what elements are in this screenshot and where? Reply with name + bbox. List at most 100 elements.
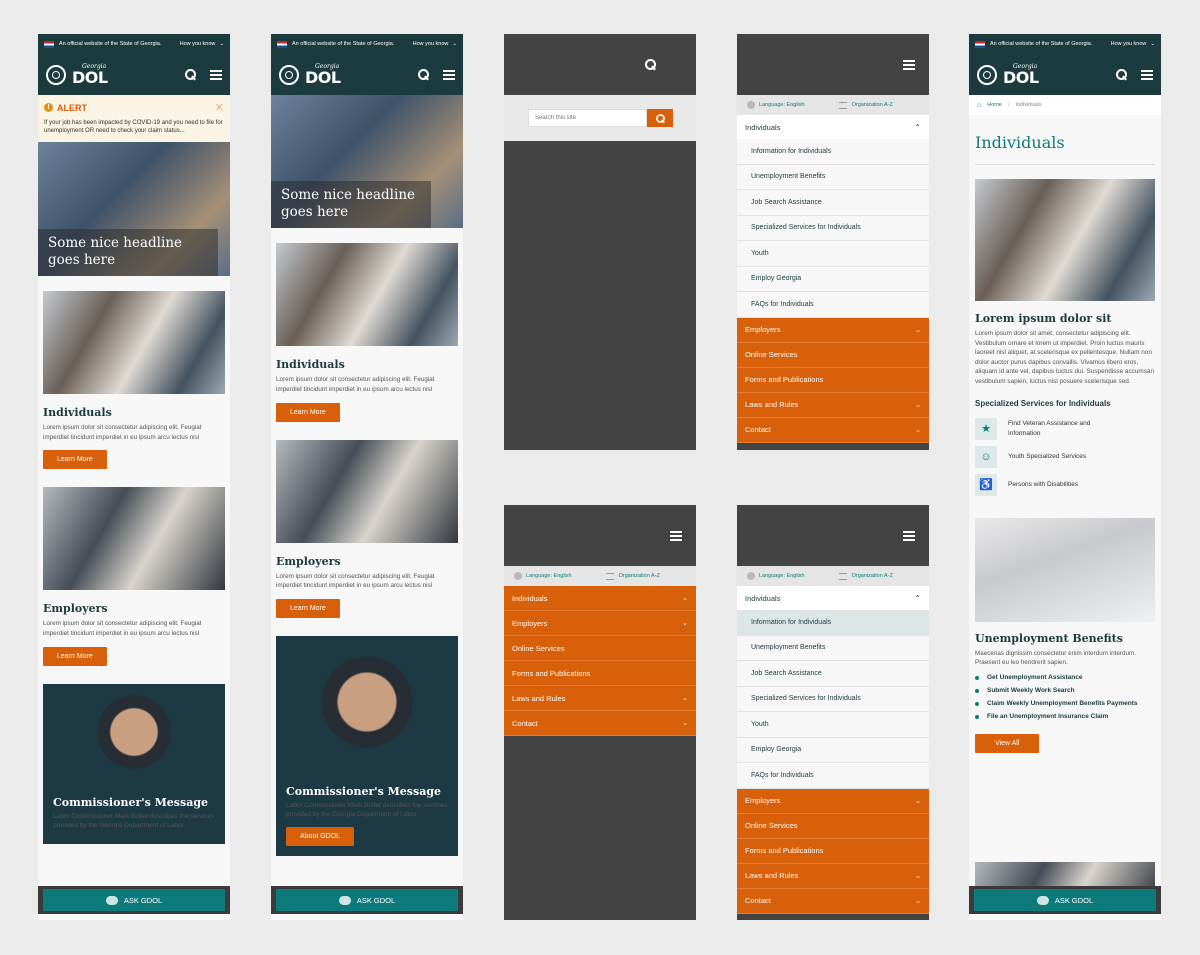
submenu-item[interactable]: Job Search Assistance <box>737 190 929 216</box>
hamburger-menu-icon[interactable] <box>443 69 455 80</box>
menu-contact[interactable]: Contact ⌄ <box>737 417 929 443</box>
menu-contact[interactable]: Contact ⌄ <box>504 711 696 736</box>
hero-headline: Some nice headline goes here <box>271 180 431 228</box>
hamburger-menu-icon[interactable] <box>210 69 222 80</box>
submenu-item[interactable]: Specialized Services for Individuals <box>737 686 929 712</box>
hamburger-menu-icon[interactable] <box>670 530 682 541</box>
submenu-item-active[interactable]: Information for Individuals <box>737 610 929 636</box>
submenu-item[interactable]: Information for Individuals <box>737 139 929 165</box>
menu-contact[interactable]: Contact ⌄ <box>737 888 929 914</box>
how-you-know-link[interactable]: How you know <box>413 41 449 47</box>
dol-logo[interactable]: Georgia DOL <box>305 63 341 87</box>
ask-gdol-label: ASK GDOL <box>356 895 396 905</box>
submenu-item[interactable]: Unemployment Benefits <box>737 164 929 190</box>
gov-banner-text: An official website of the State of Geor… <box>59 41 162 47</box>
menu-forms[interactable]: Forms and Publications <box>504 661 696 686</box>
chat-bubble-icon <box>1036 895 1049 905</box>
dol-logo[interactable]: Georgia DOL <box>1003 63 1039 86</box>
organization-az-link[interactable]: Organization A-Z <box>852 102 893 108</box>
menu-laws[interactable]: Laws and Rules ⌄ <box>737 392 929 418</box>
how-you-know-link[interactable]: How you know <box>1111 41 1147 47</box>
close-icon[interactable]: ✕ <box>215 101 224 114</box>
chevron-down-icon: ⌄ <box>915 797 921 805</box>
ask-gdol-button[interactable]: ASK GDOL <box>43 889 225 911</box>
search-icon[interactable] <box>1116 69 1127 80</box>
language-link[interactable]: Language: English <box>759 573 805 579</box>
ask-gdol-button[interactable]: ASK GDOL <box>974 889 1156 911</box>
learn-more-button[interactable]: Learn More <box>276 402 340 422</box>
menu-online-services[interactable]: Online Services <box>504 636 696 661</box>
card-title: Individuals <box>43 405 112 419</box>
menu-forms[interactable]: Forms and Publications <box>737 838 929 864</box>
alert-text[interactable]: If your job has been impacted by COVID-1… <box>44 119 224 136</box>
submenu-item[interactable]: Youth <box>737 712 929 738</box>
submenu-item[interactable]: Employ Georgia <box>737 737 929 763</box>
service-item-disabilities[interactable]: ♿ Persons with Disabilities <box>975 473 1155 496</box>
menu-employers[interactable]: Employers ⌄ <box>737 317 929 343</box>
breadcrumb-home[interactable]: Home <box>987 102 1002 108</box>
submenu-item[interactable]: FAQs for Individuals <box>737 763 929 789</box>
hamburger-menu-icon[interactable] <box>903 530 915 541</box>
link-file-claim[interactable]: File an Unemployment Insurance Claim <box>975 713 1155 720</box>
screen-individuals-page: An official website of the State of Geor… <box>969 34 1161 920</box>
service-item-veterans[interactable]: ★ Find Veteran Assistance and Information <box>975 417 1155 440</box>
menu-individuals[interactable]: Individuals ⌄ <box>504 586 696 611</box>
chevron-down-icon[interactable]: ⌄ <box>1150 41 1155 47</box>
menu-employers[interactable]: Employers ⌄ <box>737 788 929 814</box>
menu-laws[interactable]: Laws and Rules ⌄ <box>504 686 696 711</box>
card-title: Individuals <box>276 358 345 371</box>
menu-individuals[interactable]: Individuals ⌃ <box>737 586 929 610</box>
submenu-item[interactable]: Employ Georgia <box>737 266 929 292</box>
chevron-down-icon[interactable]: ⌄ <box>219 41 224 47</box>
language-link[interactable]: Language: English <box>526 573 572 579</box>
hamburger-menu-icon[interactable] <box>903 59 915 70</box>
menu-label: Contact <box>512 718 538 728</box>
card-title: Employers <box>43 602 108 616</box>
view-all-button[interactable]: View All <box>975 734 1040 754</box>
learn-more-button[interactable]: Learn More <box>43 646 107 666</box>
learn-more-button[interactable]: Learn More <box>43 450 107 470</box>
logo-agency: DOL <box>305 67 341 87</box>
youth-face-icon: ☺ <box>975 445 997 468</box>
menu-employers[interactable]: Employers ⌄ <box>504 611 696 636</box>
link-weekly-work-search[interactable]: Submit Weekly Work Search <box>975 687 1155 694</box>
search-icon[interactable] <box>645 59 656 70</box>
card-individuals: Individuals Lorem ipsum dolor sit consec… <box>38 290 230 470</box>
employers-photo <box>276 439 458 543</box>
search-input[interactable] <box>528 109 647 127</box>
menu-online-services[interactable]: Online Services <box>737 813 929 839</box>
menu-laws[interactable]: Laws and Rules ⌄ <box>737 863 929 889</box>
submenu-item[interactable]: Youth <box>737 241 929 267</box>
ask-gdol-button[interactable]: ASK GDOL <box>276 889 458 911</box>
search-icon[interactable] <box>418 69 429 80</box>
search-submit-button[interactable] <box>647 109 673 127</box>
how-you-know-link[interactable]: How you know <box>180 41 216 47</box>
submenu-item[interactable]: Job Search Assistance <box>737 661 929 687</box>
search-icon <box>655 113 665 123</box>
menu-forms[interactable]: Forms and Publications <box>737 367 929 393</box>
commissioner-text: Labor Commissioner Mark Butler describes… <box>53 812 215 829</box>
hamburger-menu-icon[interactable] <box>1141 69 1153 80</box>
dol-logo[interactable]: Georgia DOL <box>72 63 108 86</box>
service-item-youth[interactable]: ☺ Youth Specialized Services <box>975 445 1155 468</box>
submenu-item[interactable]: FAQs for Individuals <box>737 292 929 318</box>
chat-bubble-icon <box>105 895 118 905</box>
menu-online-services[interactable]: Online Services <box>737 342 929 368</box>
search-icon[interactable] <box>185 69 196 80</box>
about-gdol-button[interactable]: About GDOL <box>286 827 355 846</box>
language-link[interactable]: Language: English <box>759 102 805 108</box>
home-icon[interactable]: ⌂ <box>977 102 981 109</box>
screen-menu-expanded: Language: English Organization A-Z Indivi… <box>737 34 929 450</box>
menu-individuals[interactable]: Individuals ⌃ <box>737 115 929 139</box>
organization-az-link[interactable]: Organization A-Z <box>852 573 893 579</box>
submenu-item[interactable]: Specialized Services for Individuals <box>737 215 929 241</box>
link-claim-weekly[interactable]: Claim Weekly Unemployment Benefits Payme… <box>975 700 1155 707</box>
learn-more-button[interactable]: Learn More <box>276 599 340 618</box>
service-label: Find Veteran Assistance and Information <box>1008 420 1091 437</box>
organization-az-link[interactable]: Organization A-Z <box>619 573 660 579</box>
submenu-item[interactable]: Unemployment Benefits <box>737 635 929 661</box>
chevron-down-icon[interactable]: ⌄ <box>452 41 457 47</box>
chevron-down-icon: ⌄ <box>915 897 921 905</box>
link-get-assistance[interactable]: Get Unemployment Assistance <box>975 674 1155 681</box>
gov-banner-text: An official website of the State of Geor… <box>292 41 395 47</box>
